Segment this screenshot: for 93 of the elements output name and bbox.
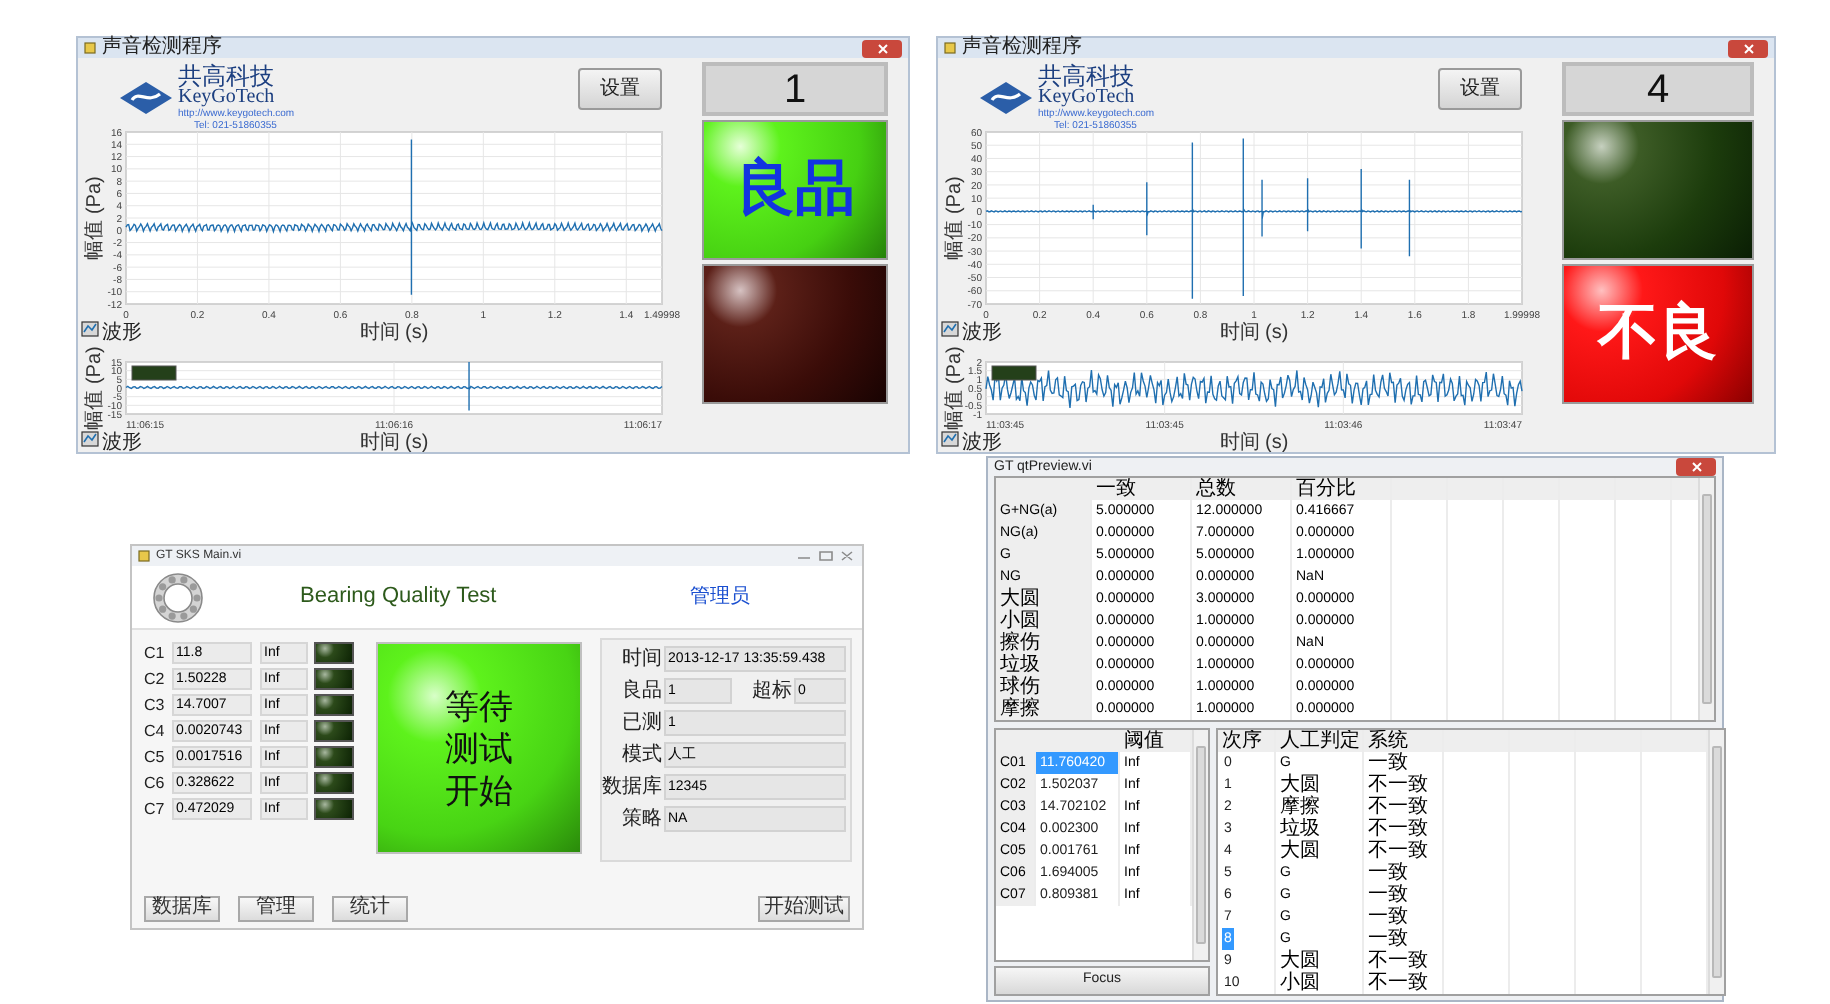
logo-text: 共高科技 xyxy=(1038,64,1136,88)
table-cell: 不一致 xyxy=(1364,972,1444,994)
table-cell: 垃圾 xyxy=(1276,818,1364,840)
table-cell: 不一致 xyxy=(1364,950,1444,972)
table-cell: 不一致 xyxy=(1364,840,1444,862)
logo-icon xyxy=(978,78,1034,118)
table-cell: 一致 xyxy=(1364,884,1444,906)
window-title: 声音检测程序 xyxy=(962,38,1082,58)
legend-icon xyxy=(81,321,99,337)
row-header: 垃圾 xyxy=(996,654,1092,676)
column-header: 总数 xyxy=(1192,478,1292,500)
row-header: 大圆 xyxy=(996,588,1092,610)
counter-display: 4 xyxy=(1562,62,1754,116)
toolbar-button[interactable]: 数据库 xyxy=(144,895,220,921)
row-header: 摩擦 xyxy=(996,698,1092,720)
table-cell: 小圆 xyxy=(1276,972,1364,994)
axis-title: 幅值 (Pa) xyxy=(84,176,106,260)
axis-title: 时间 (s) xyxy=(1219,322,1289,344)
close-icon xyxy=(1691,462,1701,472)
channel-label: C5 xyxy=(144,749,167,765)
scrollbar[interactable] xyxy=(1192,730,1208,960)
start-test-button[interactable]: 开始测试 xyxy=(758,895,850,921)
user-link[interactable]: 管理员 xyxy=(690,582,750,612)
axis-title: 幅值 (Pa) xyxy=(944,176,966,260)
app-icon xyxy=(138,550,150,562)
table-cell: 一致 xyxy=(1364,928,1444,950)
toolbar-button[interactable]: 管理 xyxy=(238,895,314,921)
legend-icon xyxy=(81,431,99,447)
field-label: 已测 xyxy=(620,713,664,733)
close-button[interactable] xyxy=(1728,39,1768,57)
row-header: 球伤 xyxy=(996,676,1092,698)
legend-icon xyxy=(941,431,959,447)
field-label: 时间 xyxy=(620,649,664,669)
field-label: 良品 xyxy=(620,681,664,701)
channel-label: C3 xyxy=(144,697,167,713)
axis-title: 幅值 (Pa) xyxy=(84,346,106,430)
app-icon xyxy=(944,42,956,54)
table-cell: 一致 xyxy=(1364,752,1444,774)
channel-label: C4 xyxy=(144,723,167,739)
row-header: 小圆 xyxy=(996,610,1092,632)
close-button[interactable] xyxy=(1676,458,1716,476)
legend-label: 波形 xyxy=(962,322,1002,344)
logo-text: 共高科技 xyxy=(178,64,276,88)
window-controls-icon xyxy=(796,550,856,562)
app-heading: Bearing Quality Test xyxy=(300,582,497,613)
close-button[interactable] xyxy=(862,39,902,57)
close-icon xyxy=(1743,43,1753,53)
table-cell: 不一致 xyxy=(1364,796,1444,818)
legend-swatch xyxy=(991,365,1037,381)
channel-label: C1 xyxy=(144,645,167,661)
column-header: 百分比 xyxy=(1292,478,1392,500)
legend-swatch xyxy=(131,365,177,381)
legend-label: 波形 xyxy=(962,432,1002,452)
window-title: 声音检测程序 xyxy=(102,38,222,58)
settings-button[interactable]: 设置 xyxy=(578,68,662,110)
close-icon xyxy=(877,43,887,53)
table-cell: 大圆 xyxy=(1276,840,1364,862)
legend-label: 波形 xyxy=(102,432,142,452)
settings-button[interactable]: 设置 xyxy=(1438,68,1522,110)
axis-title: 幅值 (Pa) xyxy=(944,346,966,430)
column-header: 一致 xyxy=(1092,478,1192,500)
table-cell: 一致 xyxy=(1364,862,1444,884)
field-label: 数据库 xyxy=(602,777,664,797)
table-cell: 一致 xyxy=(1364,906,1444,928)
channel-label: C6 xyxy=(144,775,167,791)
status-text: 等待测试开始 xyxy=(445,685,513,811)
scrollbar[interactable] xyxy=(1698,478,1714,720)
bearing-icon xyxy=(152,571,204,623)
channel-label: C2 xyxy=(144,671,167,687)
app-icon xyxy=(84,42,96,54)
axis-title: 时间 (s) xyxy=(1219,432,1289,452)
lamp-label: 良品 xyxy=(735,160,855,220)
field-label: 策略 xyxy=(620,809,664,829)
table-cell: 摩擦 xyxy=(1276,796,1364,818)
axis-title: 时间 (s) xyxy=(359,432,429,452)
row-header: 擦伤 xyxy=(996,632,1092,654)
logo-text: KeyGoTech xyxy=(178,88,277,108)
table-cell: 不一致 xyxy=(1364,818,1444,840)
logo-text: KeyGoTech xyxy=(1038,88,1137,108)
axis-title: 时间 (s) xyxy=(359,322,429,344)
table-cell: 大圆 xyxy=(1276,774,1364,796)
lamp-label: 不良 xyxy=(1598,304,1718,364)
field-label: 模式 xyxy=(620,745,664,765)
legend-label: 波形 xyxy=(102,322,142,344)
logo-icon xyxy=(118,78,174,118)
table-cell: 不一致 xyxy=(1364,774,1444,796)
scrollbar[interactable] xyxy=(1708,730,1724,994)
table-cell: 大圆 xyxy=(1276,950,1364,972)
channel-label: C7 xyxy=(144,801,167,817)
counter-display: 1 xyxy=(702,62,888,116)
toolbar-button[interactable]: 统计 xyxy=(332,895,408,921)
legend-icon xyxy=(941,321,959,337)
field-label: 超标 xyxy=(750,681,794,701)
